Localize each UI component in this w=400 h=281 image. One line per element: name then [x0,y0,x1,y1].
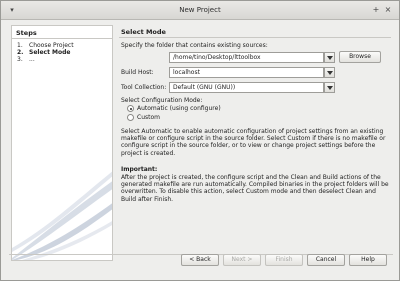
decorative-swoosh-graphic [12,171,112,260]
steps-title: Steps [16,29,37,37]
window-title: New Project [179,6,221,14]
back-button[interactable]: < Back [181,254,219,266]
folder-path-combo[interactable]: /home/tino/Desktop/lttoolbox [169,52,324,63]
step-number: 3. [17,56,23,63]
browse-button[interactable]: Browse [339,51,381,63]
config-mode-label: Select Configuration Mode: [121,97,203,104]
tool-collection-combo[interactable]: Default (GNU (GNU)) [169,82,324,93]
automatic-radio[interactable] [127,105,134,112]
step-select-mode: 2. Select Mode [17,49,71,56]
help-button[interactable]: Help [349,254,387,266]
step-label: Choose Project [29,42,74,49]
folder-dropdown-chevron-icon[interactable] [324,52,335,63]
steps-panel: Steps 1. Choose Project 2. Select Mode 3..… [11,25,113,261]
folder-label: Specify the folder that contains existin… [121,42,268,49]
maximize-icon[interactable]: + [371,5,381,15]
tool-collection-label: Tool Collection: [121,84,167,91]
next-button[interactable]: Next > [223,254,261,266]
step-more: 3.... [17,56,35,63]
important-text: After the project is created, the config… [121,174,389,203]
custom-radio[interactable] [127,114,134,121]
important-heading: Important: [121,166,158,173]
close-icon[interactable]: × [383,5,393,15]
step-label: ... [29,56,35,63]
step-number: 1. [17,42,23,49]
panel-divider [119,37,391,38]
panel-title: Select Mode [121,28,166,36]
finish-button[interactable]: Finish [265,254,303,266]
cancel-button[interactable]: Cancel [307,254,345,266]
title-bar[interactable]: ▾ New Project + × [1,1,399,20]
mode-description: Select Automatic to enable automatic con… [121,128,386,157]
automatic-radio-label[interactable]: Automatic (using configure) [137,105,221,112]
steps-divider [12,38,112,39]
custom-radio-label[interactable]: Custom [137,114,160,121]
build-host-label: Build Host: [121,69,154,76]
new-project-dialog: ▾ New Project + × Steps 1. Choose Project… [0,0,400,281]
tool-collection-chevron-icon[interactable] [324,82,335,93]
build-host-combo[interactable]: localhost [169,67,324,78]
step-choose-project: 1. Choose Project [17,42,74,49]
step-number: 2. [17,49,24,56]
build-host-chevron-icon[interactable] [324,67,335,78]
select-mode-panel: Select Mode Specify the folder that cont… [119,25,391,255]
step-label: Select Mode [29,49,71,56]
